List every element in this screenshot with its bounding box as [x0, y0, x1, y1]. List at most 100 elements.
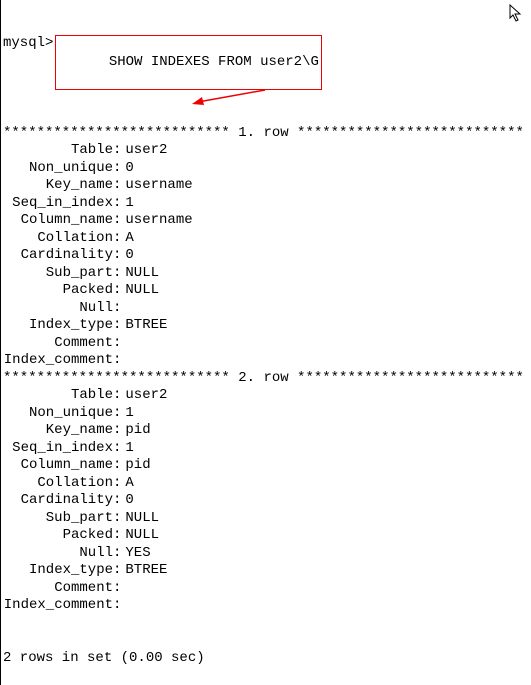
field-key: Seq_in_index: [3, 195, 113, 213]
field-separator: :: [113, 300, 121, 318]
row-divider: *************************** 1. row *****…: [3, 125, 531, 143]
field-key: Null: [3, 545, 113, 563]
command-highlight-box: SHOW INDEXES FROM user2\G: [55, 35, 321, 90]
field-row: Column_name:pid: [3, 457, 531, 475]
field-separator: :: [113, 195, 121, 213]
field-key: Index_type: [3, 317, 113, 335]
field-key: Sub_part: [3, 265, 113, 283]
field-key: Column_name: [3, 457, 113, 475]
field-row: Comment:: [3, 580, 531, 598]
field-key: Comment: [3, 580, 113, 598]
field-value: [121, 597, 125, 615]
field-row: Key_name:pid: [3, 422, 531, 440]
result-footer: 2 rows in set (0.00 sec): [3, 650, 531, 668]
field-value: YES: [121, 545, 150, 563]
field-row: Index_type:BTREE: [3, 317, 531, 335]
field-value: 0: [121, 492, 133, 510]
field-separator: :: [113, 212, 121, 230]
field-separator: :: [113, 247, 121, 265]
field-value: pid: [121, 422, 150, 440]
field-row: Packed:NULL: [3, 527, 531, 545]
field-key: Index_comment: [3, 352, 113, 370]
field-key: Key_name: [3, 422, 113, 440]
field-row: Non_unique:1: [3, 405, 531, 423]
field-value: 1: [121, 195, 133, 213]
field-row: Null:: [3, 300, 531, 318]
field-row: Key_name:username: [3, 177, 531, 195]
field-row: Null:YES: [3, 545, 531, 563]
field-row: Sub_part:NULL: [3, 510, 531, 528]
field-row: Index_comment:: [3, 597, 531, 615]
field-key: Cardinality: [3, 492, 113, 510]
command-text: SHOW INDEXES FROM user2\G: [109, 54, 319, 70]
field-separator: :: [113, 527, 121, 545]
field-separator: :: [113, 422, 121, 440]
field-key: Packed: [3, 527, 113, 545]
field-row: Column_name:username: [3, 212, 531, 230]
field-value: BTREE: [121, 562, 167, 580]
field-row: Collation:A: [3, 475, 531, 493]
field-value: username: [121, 212, 192, 230]
field-value: username: [121, 177, 192, 195]
field-separator: :: [113, 352, 121, 370]
field-row: Cardinality:0: [3, 492, 531, 510]
field-key: Table: [3, 387, 113, 405]
field-key: Collation: [3, 475, 113, 493]
field-key: Seq_in_index: [3, 440, 113, 458]
field-value: 0: [121, 247, 133, 265]
field-separator: :: [113, 405, 121, 423]
field-row: Index_comment:: [3, 352, 531, 370]
field-key: Column_name: [3, 212, 113, 230]
field-value: NULL: [121, 510, 159, 528]
field-separator: :: [113, 177, 121, 195]
field-value: [121, 335, 125, 353]
field-value: 0: [121, 160, 133, 178]
field-row: Seq_in_index:1: [3, 195, 531, 213]
result-rows: *************************** 1. row *****…: [3, 125, 531, 615]
field-key: Index_type: [3, 562, 113, 580]
field-key: Non_unique: [3, 405, 113, 423]
field-separator: :: [113, 580, 121, 598]
field-row: Cardinality:0: [3, 247, 531, 265]
field-separator: :: [113, 230, 121, 248]
field-separator: :: [113, 160, 121, 178]
field-value: user2: [121, 142, 167, 160]
field-key: Null: [3, 300, 113, 318]
field-key: Index_comment: [3, 597, 113, 615]
field-separator: :: [113, 562, 121, 580]
prompt-text: mysql>: [3, 35, 53, 53]
field-key: Collation: [3, 230, 113, 248]
field-separator: :: [113, 282, 121, 300]
field-value: [121, 300, 125, 318]
field-separator: :: [113, 457, 121, 475]
field-row: Packed:NULL: [3, 282, 531, 300]
field-value: [121, 580, 125, 598]
field-row: Comment:: [3, 335, 531, 353]
field-separator: :: [113, 510, 121, 528]
field-separator: :: [113, 335, 121, 353]
field-value: user2: [121, 387, 167, 405]
field-value: A: [121, 230, 133, 248]
field-separator: :: [113, 265, 121, 283]
field-row: Sub_part:NULL: [3, 265, 531, 283]
field-separator: :: [113, 492, 121, 510]
field-separator: :: [113, 142, 121, 160]
field-separator: :: [113, 387, 121, 405]
field-separator: :: [113, 440, 121, 458]
field-row: Table:user2: [3, 142, 531, 160]
field-separator: :: [113, 545, 121, 563]
field-value: A: [121, 475, 133, 493]
field-separator: :: [113, 317, 121, 335]
field-value: [121, 352, 125, 370]
field-separator: :: [113, 597, 121, 615]
field-separator: :: [113, 475, 121, 493]
field-row: Table:user2: [3, 387, 531, 405]
field-value: pid: [121, 457, 150, 475]
field-key: Cardinality: [3, 247, 113, 265]
prompt-line[interactable]: mysql> SHOW INDEXES FROM user2\G: [3, 35, 531, 90]
field-value: 1: [121, 440, 133, 458]
field-value: NULL: [121, 527, 159, 545]
field-key: Comment: [3, 335, 113, 353]
field-value: 1: [121, 405, 133, 423]
field-row: Index_type:BTREE: [3, 562, 531, 580]
